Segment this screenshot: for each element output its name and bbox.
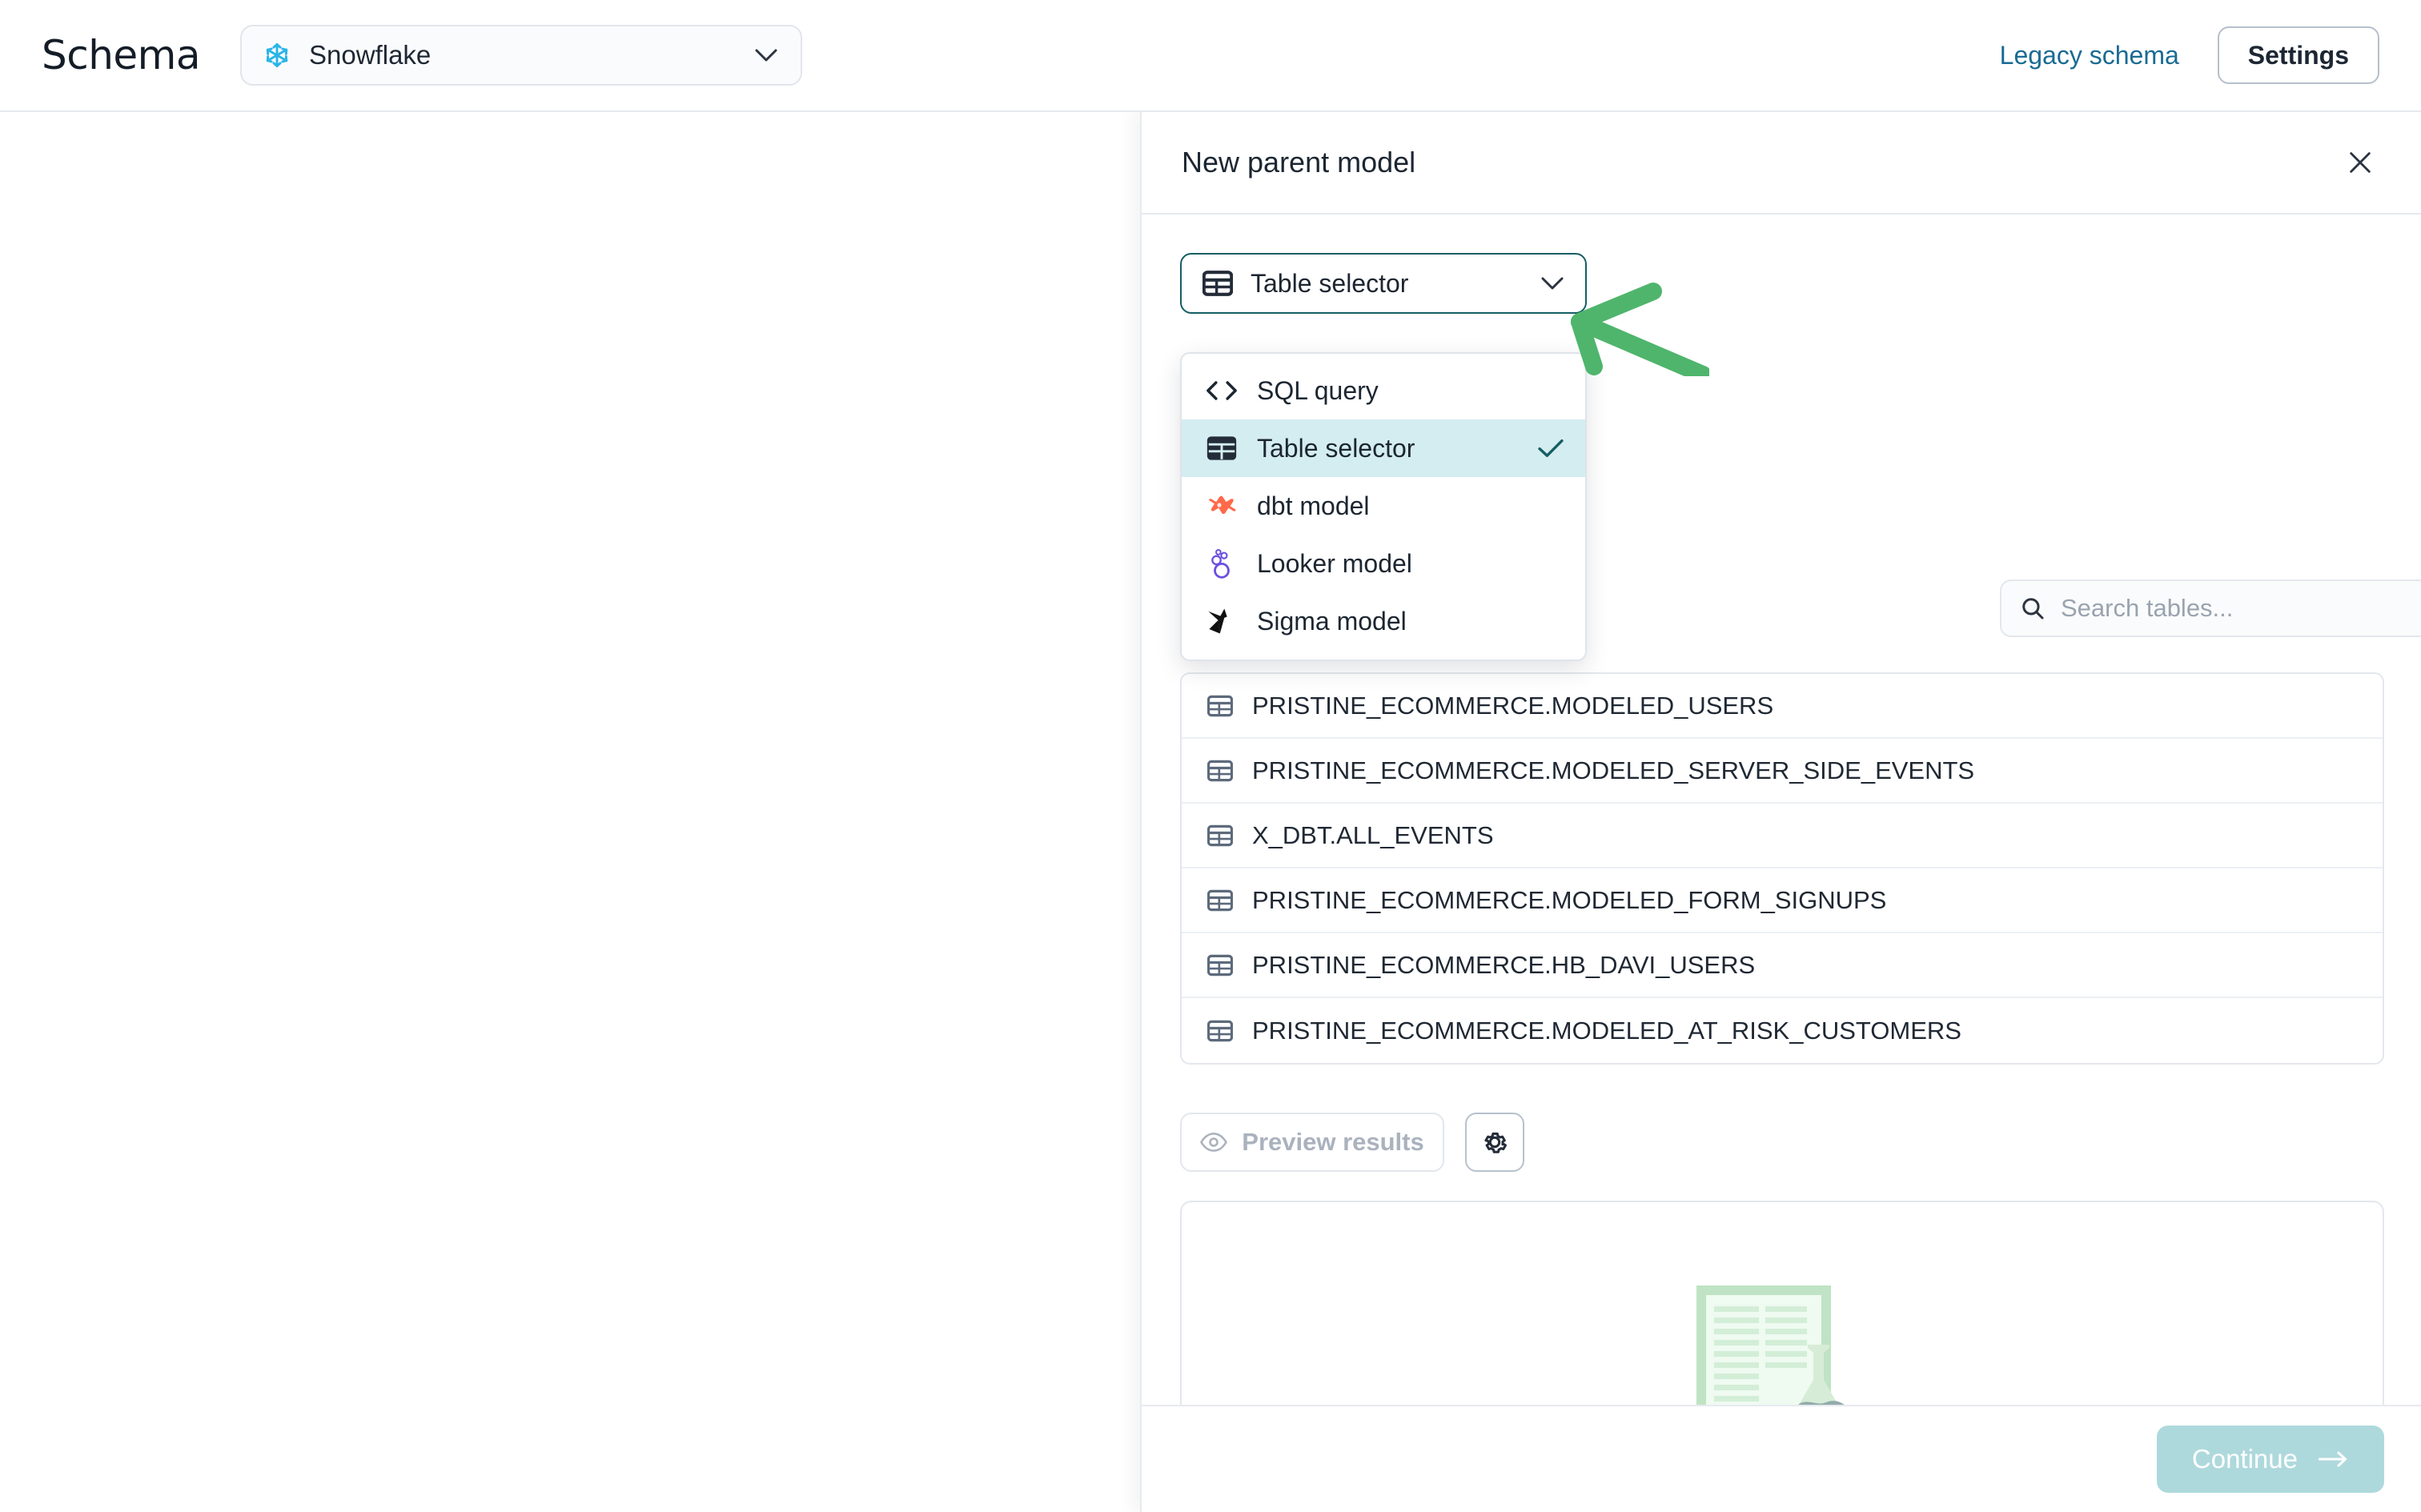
model-type-label: Table selector (1251, 268, 1409, 298)
table-row[interactable]: PRISTINE_ECOMMERCE.MODELED_FORM_SIGNUPS (1182, 868, 2383, 933)
drawer-header: New parent model (1142, 112, 2421, 215)
check-icon (1538, 439, 1564, 457)
table-icon (1206, 432, 1238, 464)
model-type-menu[interactable]: SQL query Table selector dbt model Looke… (1180, 352, 1587, 661)
search-placeholder: Search tables... (2061, 594, 2234, 622)
settings-button[interactable]: Settings (2217, 26, 2379, 84)
table-icon (1207, 824, 1233, 846)
snowflake-icon (266, 43, 288, 67)
table-row-label: PRISTINE_ECOMMERCE.MODELED_FORM_SIGNUPS (1252, 885, 1887, 914)
legacy-schema-link[interactable]: Legacy schema (2000, 41, 2179, 70)
arrow-right-icon (2319, 1451, 2347, 1467)
gear-icon (1484, 1132, 1507, 1153)
warehouse-selector[interactable]: Snowflake (240, 25, 803, 86)
dbt-icon (1206, 490, 1238, 522)
app-brand: Schema (42, 32, 201, 78)
table-row-label: PRISTINE_ECOMMERCE.MODELED_AT_RISK_CUSTO… (1252, 1016, 1961, 1045)
table-icon (1207, 1020, 1233, 1041)
menu-item-label: SQL query (1257, 375, 1379, 405)
preview-row: Preview results (1180, 1113, 1524, 1172)
table-icon (1202, 271, 1233, 296)
sigma-icon (1206, 605, 1238, 637)
table-row-label: X_DBT.ALL_EVENTS (1252, 820, 1494, 849)
table-row-label: PRISTINE_ECOMMERCE.MODELED_SERVER_SIDE_E… (1252, 756, 1975, 784)
menu-item-label: Sigma model (1257, 606, 1407, 636)
new-parent-model-drawer: New parent model Table selector Search t… (1140, 112, 2421, 1512)
menu-item-label: Looker model (1257, 548, 1412, 578)
search-icon (2022, 598, 2044, 620)
code-brackets-icon (1206, 375, 1238, 407)
schema-canvas[interactable] (0, 112, 1140, 1512)
menu-item-sql-query[interactable]: SQL query (1182, 362, 1585, 419)
top-bar: Schema Snowflake Legacy schema Settings (0, 0, 2421, 112)
table-list[interactable]: PRISTINE_ECOMMERCE.MODELED_USERS PRISTIN… (1180, 672, 2384, 1065)
table-row-label: PRISTINE_ECOMMERCE.HB_DAVI_USERS (1252, 950, 1756, 979)
table-icon (1207, 889, 1233, 911)
table-row[interactable]: PRISTINE_ECOMMERCE.MODELED_SERVER_SIDE_E… (1182, 739, 2383, 804)
table-icon (1207, 954, 1233, 976)
table-search-row: Search tables... (2000, 580, 2421, 637)
document-flask-icon (1696, 1285, 1845, 1405)
drawer-body: Table selector Search tables... PRISTINE… (1142, 215, 2421, 1405)
chevron-down-icon (1541, 277, 1564, 290)
settings-button-label: Settings (2247, 40, 2349, 70)
eye-icon (1200, 1133, 1228, 1152)
preview-settings-button[interactable] (1465, 1113, 1524, 1172)
drawer-title: New parent model (1182, 146, 1416, 178)
table-icon (1207, 695, 1233, 716)
top-bar-actions: Legacy schema Settings (2000, 26, 2379, 84)
menu-item-sigma-model[interactable]: Sigma model (1182, 592, 1585, 650)
table-row-label: PRISTINE_ECOMMERCE.MODELED_USERS (1252, 691, 1774, 720)
menu-item-table-selector[interactable]: Table selector (1182, 419, 1585, 477)
table-icon (1207, 760, 1233, 781)
close-icon (2350, 152, 2371, 173)
menu-item-dbt-model[interactable]: dbt model (1182, 477, 1585, 535)
chevron-down-icon (755, 49, 777, 62)
table-row[interactable]: PRISTINE_ECOMMERCE.HB_DAVI_USERS (1182, 933, 2383, 998)
close-button[interactable] (2338, 140, 2383, 185)
table-row[interactable]: PRISTINE_ECOMMERCE.MODELED_AT_RISK_CUSTO… (1182, 998, 2383, 1063)
menu-item-label: Table selector (1257, 433, 1415, 463)
preview-results-button[interactable]: Preview results (1180, 1113, 1444, 1172)
continue-button[interactable]: Continue (2156, 1426, 2384, 1493)
preview-results-label: Preview results (1242, 1128, 1424, 1156)
warehouse-label: Snowflake (309, 40, 432, 70)
menu-item-label: dbt model (1257, 491, 1370, 520)
drawer-footer: Continue (1142, 1405, 2421, 1512)
model-type-selector[interactable]: Table selector (1180, 253, 1587, 314)
continue-button-label: Continue (2191, 1444, 2298, 1474)
menu-item-looker-model[interactable]: Looker model (1182, 535, 1585, 592)
search-input[interactable]: Search tables... (2000, 580, 2421, 637)
table-row[interactable]: X_DBT.ALL_EVENTS (1182, 804, 2383, 868)
model-type-row: Table selector (1180, 253, 2383, 314)
table-row[interactable]: PRISTINE_ECOMMERCE.MODELED_USERS (1182, 674, 2383, 739)
preview-empty-state: Ready to test your query? Preview your q… (1180, 1201, 2384, 1405)
looker-icon (1206, 547, 1238, 580)
